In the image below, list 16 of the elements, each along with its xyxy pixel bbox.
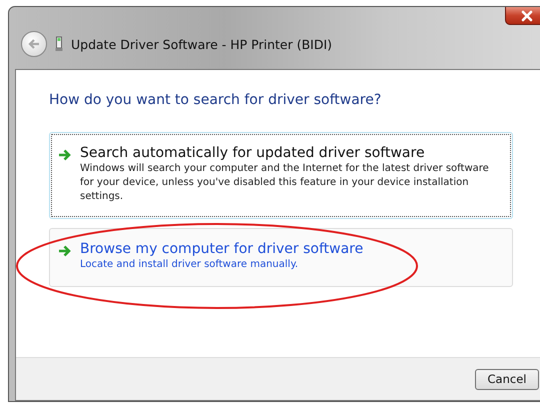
- option-link[interactable]: [49, 132, 513, 219]
- option-link[interactable]: Browse my computer for driver software Locate and install driver software manually.: [49, 228, 513, 287]
- back-button[interactable]: [21, 31, 47, 57]
- device-icon: [55, 36, 63, 52]
- arrow-icon: [58, 149, 72, 161]
- option-description: Windows will search your computer and the Internet for the latest driver software for your device, unless you've disabled this feature in your device installation settings.: [80, 162, 490, 204]
- option-title: Search automatically for updated driver software: [80, 145, 426, 161]
- option-title: Browse my computer for driver software: [80, 241, 364, 257]
- close-button[interactable]: [505, 7, 540, 25]
- page-heading: How do you want to search for driver software?: [49, 92, 382, 108]
- window-title: Update Driver Software - HP Printer (BIDI): [71, 36, 332, 52]
- arrow-icon: [58, 245, 72, 257]
- option-description: Locate and install driver software manually.: [80, 258, 300, 272]
- back-arrow-icon: [27, 38, 41, 50]
- cancel-button[interactable]: Cancel: [475, 368, 539, 390]
- close-icon: [520, 10, 534, 22]
